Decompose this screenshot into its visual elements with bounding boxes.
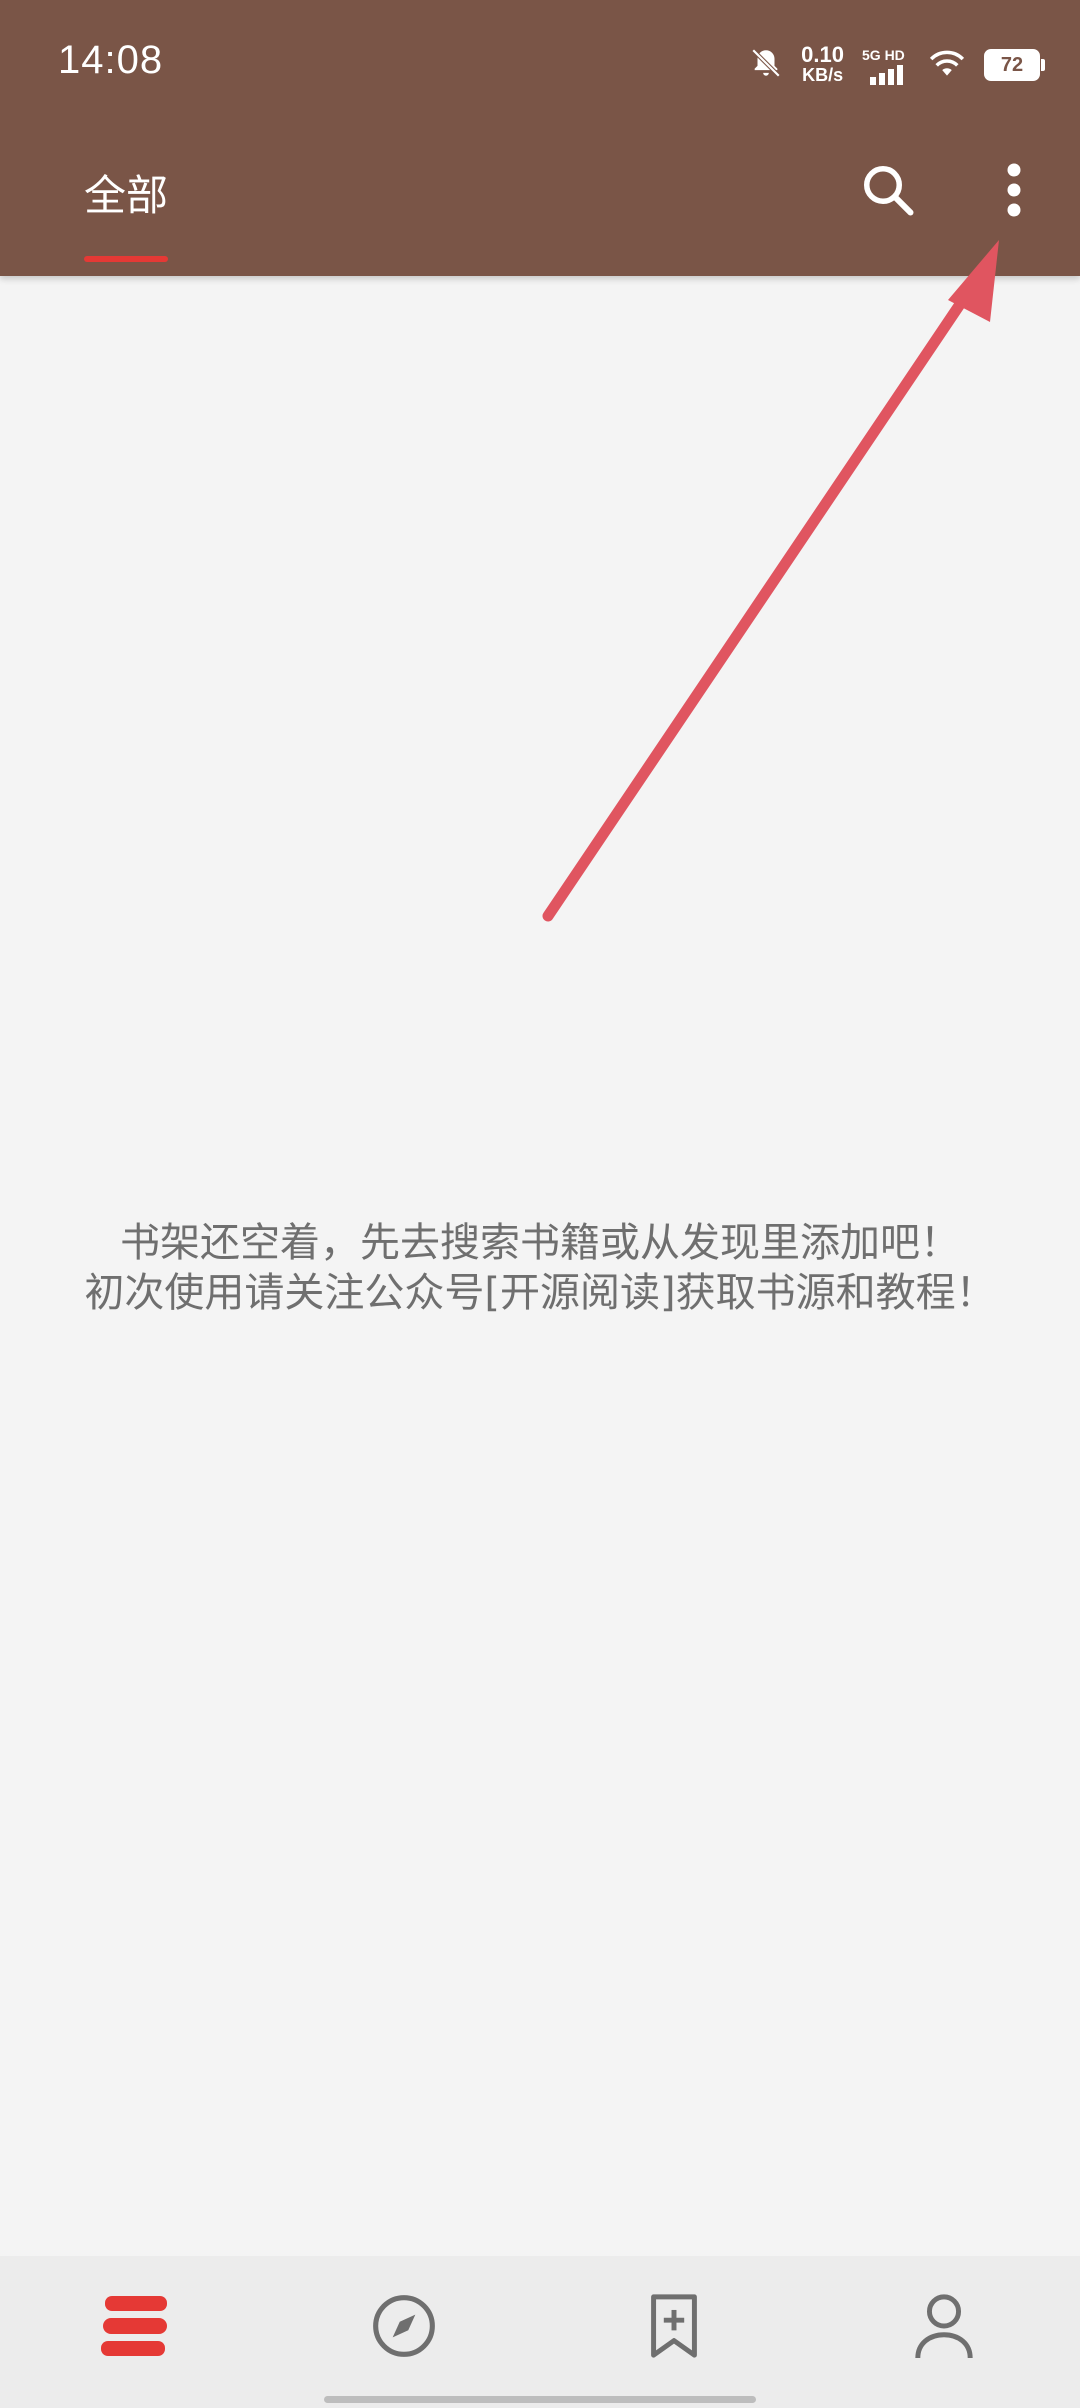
- empty-state-line-2: 初次使用请关注公众号[开源阅读]获取书源和教程！: [84, 1270, 996, 1316]
- signal-icon: 5G HD: [862, 45, 910, 85]
- more-vertical-icon: [1004, 160, 1024, 224]
- search-icon: [858, 160, 918, 224]
- screen: 14:08 0.10 KB/s 5G HD 72 全部 书架还空着，先去搜索书籍…: [0, 0, 1080, 2408]
- nav-bookshelf[interactable]: [75, 2268, 195, 2388]
- nav-profile[interactable]: [884, 2268, 1004, 2388]
- nav-bookmarks[interactable]: [614, 2268, 734, 2388]
- more-options-button[interactable]: [974, 152, 1054, 232]
- network-label: 5G HD: [862, 47, 905, 63]
- annotation-arrow: [542, 240, 999, 922]
- status-icons: 0.10 KB/s 5G HD 72: [749, 40, 1045, 90]
- tab-indicator: [84, 256, 168, 262]
- bottom-navigation: [0, 2256, 1080, 2408]
- net-speed-unit: KB/s: [802, 65, 844, 85]
- compass-icon: [370, 2292, 438, 2364]
- nav-discover[interactable]: [344, 2268, 464, 2388]
- bookshelf-icon: [99, 2294, 171, 2362]
- person-icon: [912, 2290, 976, 2366]
- wifi-icon: [928, 47, 966, 83]
- app-bar: 14:08 0.10 KB/s 5G HD 72 全部: [0, 0, 1080, 276]
- empty-state-message: 书架还空着，先去搜索书籍或从发现里添加吧！ 初次使用请关注公众号[开源阅读]获取…: [0, 1218, 1080, 1318]
- empty-state-line-1: 书架还空着，先去搜索书籍或从发现里添加吧！: [120, 1220, 960, 1266]
- net-speed: 0.10 KB/s: [801, 42, 844, 86]
- bookmark-add-icon: [644, 2291, 704, 2365]
- search-button[interactable]: [848, 152, 928, 232]
- status-time: 14:08: [58, 38, 164, 82]
- bell-muted-icon: [749, 46, 783, 84]
- net-speed-value: 0.10: [801, 42, 844, 67]
- home-indicator[interactable]: [324, 2396, 756, 2403]
- tab-all[interactable]: 全部: [84, 162, 168, 223]
- battery-icon: 72: [984, 49, 1045, 81]
